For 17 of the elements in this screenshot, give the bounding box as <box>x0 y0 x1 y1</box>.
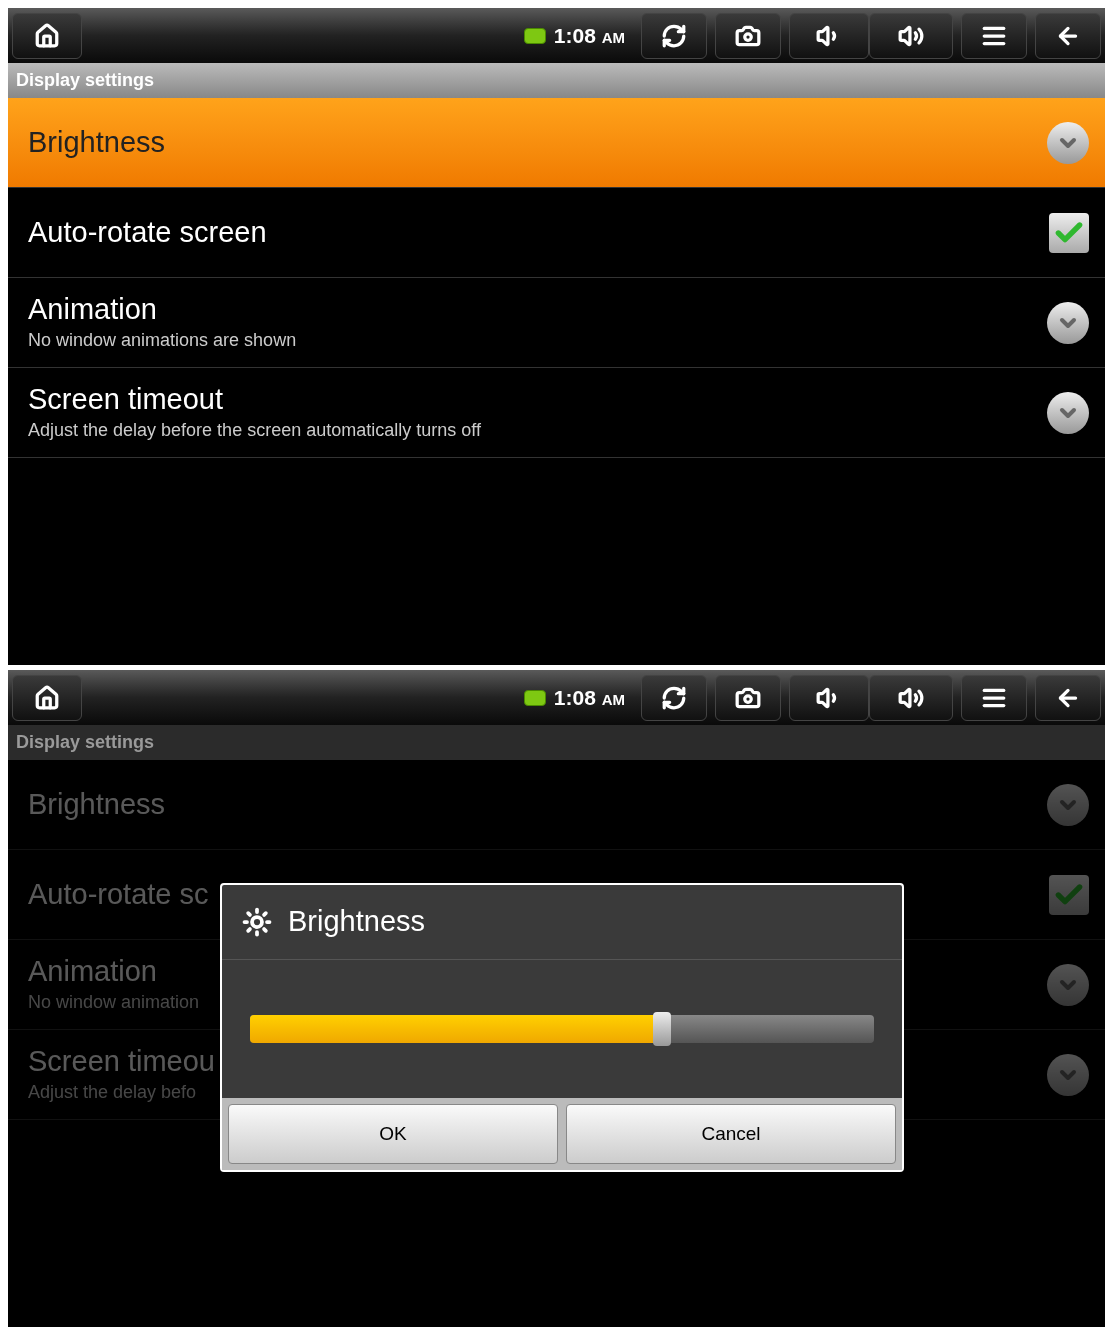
item-title: Auto-rotate sc <box>28 877 209 913</box>
item-title: Auto-rotate screen <box>28 215 267 251</box>
item-summary: Adjust the delay before the screen automatically turns off <box>28 419 481 443</box>
item-summary: No window animations are shown <box>28 329 297 353</box>
item-title: Screen timeout <box>28 381 225 417</box>
item-summary: Adjust the delay befo <box>28 1081 198 1105</box>
item-title: Brightness <box>28 125 165 161</box>
clock-time: 1:08 AM <box>553 684 625 711</box>
screen-title: Display settings <box>16 731 155 754</box>
screen-title: Display settings <box>16 69 155 92</box>
item-title: Animation <box>28 953 158 989</box>
item-title: Brightness <box>28 787 165 823</box>
item-summary: No window animation <box>28 991 200 1015</box>
item-title: Screen timeou <box>28 1043 215 1079</box>
item-title: Animation <box>28 291 158 327</box>
clock-time: 1:08 AM <box>553 22 625 49</box>
dialog-title: Brightness <box>288 904 425 940</box>
